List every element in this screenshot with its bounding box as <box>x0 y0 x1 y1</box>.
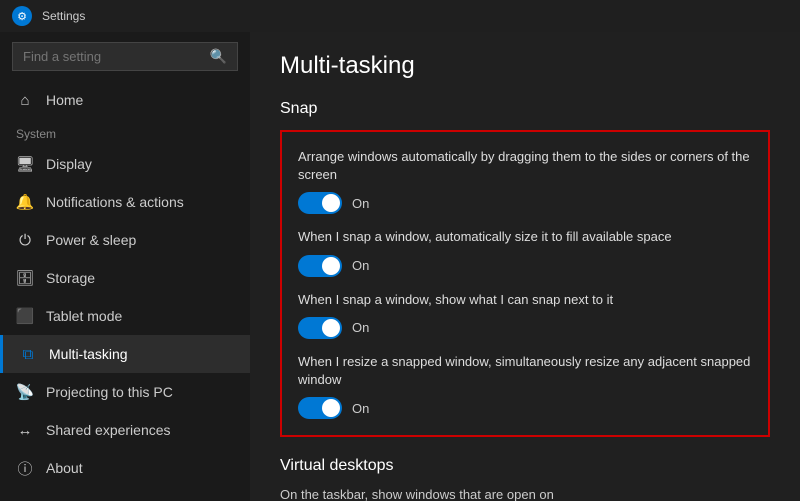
search-bar[interactable]: 🔍 <box>12 42 238 71</box>
sidebar-item-display-label: Display <box>46 156 92 172</box>
system-section-label: System <box>0 119 250 145</box>
sidebar-item-projecting[interactable]: 📡 Projecting to this PC <box>0 373 250 411</box>
sidebar-item-tablet-label: Tablet mode <box>46 308 122 324</box>
snap-arrange-toggle[interactable] <box>298 192 342 214</box>
sidebar-item-home-label: Home <box>46 92 83 108</box>
snap-show-label: When I snap a window, show what I can sn… <box>298 291 752 309</box>
title-bar: ⚙ Settings <box>0 0 800 32</box>
sidebar-item-about-label: About <box>46 460 83 476</box>
sidebar-item-notifications-label: Notifications & actions <box>46 194 184 210</box>
snap-resize-toggle-container: On <box>298 397 752 419</box>
page-title: Multi-tasking <box>280 52 770 80</box>
snap-toggle-resize: When I resize a snapped window, simultan… <box>298 353 752 419</box>
virtual-desktops-section: Virtual desktops On the taskbar, show wi… <box>280 457 770 501</box>
sidebar-item-display[interactable]: 🖥 Display <box>0 145 250 183</box>
tablet-icon: ⬛ <box>16 307 34 325</box>
settings-app-icon: ⚙ <box>12 6 32 26</box>
display-icon: 🖥 <box>16 155 34 173</box>
sidebar-item-notifications[interactable]: 🔔 Notifications & actions <box>0 183 250 221</box>
toggle-knob <box>322 399 340 417</box>
snap-arrange-toggle-container: On <box>298 192 752 214</box>
snap-box: Arrange windows automatically by draggin… <box>280 130 770 437</box>
shared-icon: ↔ <box>16 421 34 439</box>
vd-description: On the taskbar, show windows that are op… <box>280 487 770 501</box>
snap-toggle-arrange: Arrange windows automatically by draggin… <box>298 148 752 214</box>
title-bar-text: Settings <box>42 9 85 23</box>
snap-fill-toggle-container: On <box>298 255 752 277</box>
multitasking-icon: ⧉ <box>19 345 37 363</box>
snap-resize-toggle[interactable] <box>298 397 342 419</box>
sidebar-item-storage-label: Storage <box>46 270 95 286</box>
snap-fill-label: When I snap a window, automatically size… <box>298 228 752 246</box>
snap-toggle-fill: When I snap a window, automatically size… <box>298 228 752 276</box>
snap-toggle-show: When I snap a window, show what I can sn… <box>298 291 752 339</box>
home-icon: ⌂ <box>16 91 34 109</box>
snap-fill-toggle[interactable] <box>298 255 342 277</box>
snap-show-toggle-container: On <box>298 317 752 339</box>
about-icon: ⓘ <box>16 459 34 477</box>
main-layout: 🔍 ⌂ Home System 🖥 Display 🔔 Notification… <box>0 32 800 501</box>
sidebar-item-power[interactable]: ⏻ Power & sleep <box>0 221 250 259</box>
power-icon: ⏻ <box>16 231 34 249</box>
sidebar-item-about[interactable]: ⓘ About <box>0 449 250 487</box>
snap-section-title: Snap <box>280 100 770 118</box>
search-input[interactable] <box>23 49 210 64</box>
toggle-knob <box>322 194 340 212</box>
snap-arrange-state: On <box>352 196 369 211</box>
sidebar-item-multitasking-label: Multi-tasking <box>49 346 128 362</box>
storage-icon: 🗄 <box>16 269 34 287</box>
snap-fill-state: On <box>352 258 369 273</box>
snap-arrange-label: Arrange windows automatically by draggin… <box>298 148 752 184</box>
sidebar-item-tablet[interactable]: ⬛ Tablet mode <box>0 297 250 335</box>
sidebar-item-shared-label: Shared experiences <box>46 422 171 438</box>
sidebar-item-multitasking[interactable]: ⧉ Multi-tasking <box>0 335 250 373</box>
toggle-knob <box>322 257 340 275</box>
virtual-desktops-title: Virtual desktops <box>280 457 770 475</box>
notifications-icon: 🔔 <box>16 193 34 211</box>
snap-show-toggle[interactable] <box>298 317 342 339</box>
search-icon[interactable]: 🔍 <box>210 48 227 65</box>
sidebar: 🔍 ⌂ Home System 🖥 Display 🔔 Notification… <box>0 32 250 501</box>
snap-resize-label: When I resize a snapped window, simultan… <box>298 353 752 389</box>
sidebar-item-storage[interactable]: 🗄 Storage <box>0 259 250 297</box>
toggle-knob <box>322 319 340 337</box>
snap-show-state: On <box>352 320 369 335</box>
content-area: Multi-tasking Snap Arrange windows autom… <box>250 32 800 501</box>
sidebar-item-power-label: Power & sleep <box>46 232 136 248</box>
sidebar-item-projecting-label: Projecting to this PC <box>46 384 173 400</box>
sidebar-item-shared[interactable]: ↔ Shared experiences <box>0 411 250 449</box>
snap-resize-state: On <box>352 401 369 416</box>
sidebar-item-home[interactable]: ⌂ Home <box>0 81 250 119</box>
projecting-icon: 📡 <box>16 383 34 401</box>
